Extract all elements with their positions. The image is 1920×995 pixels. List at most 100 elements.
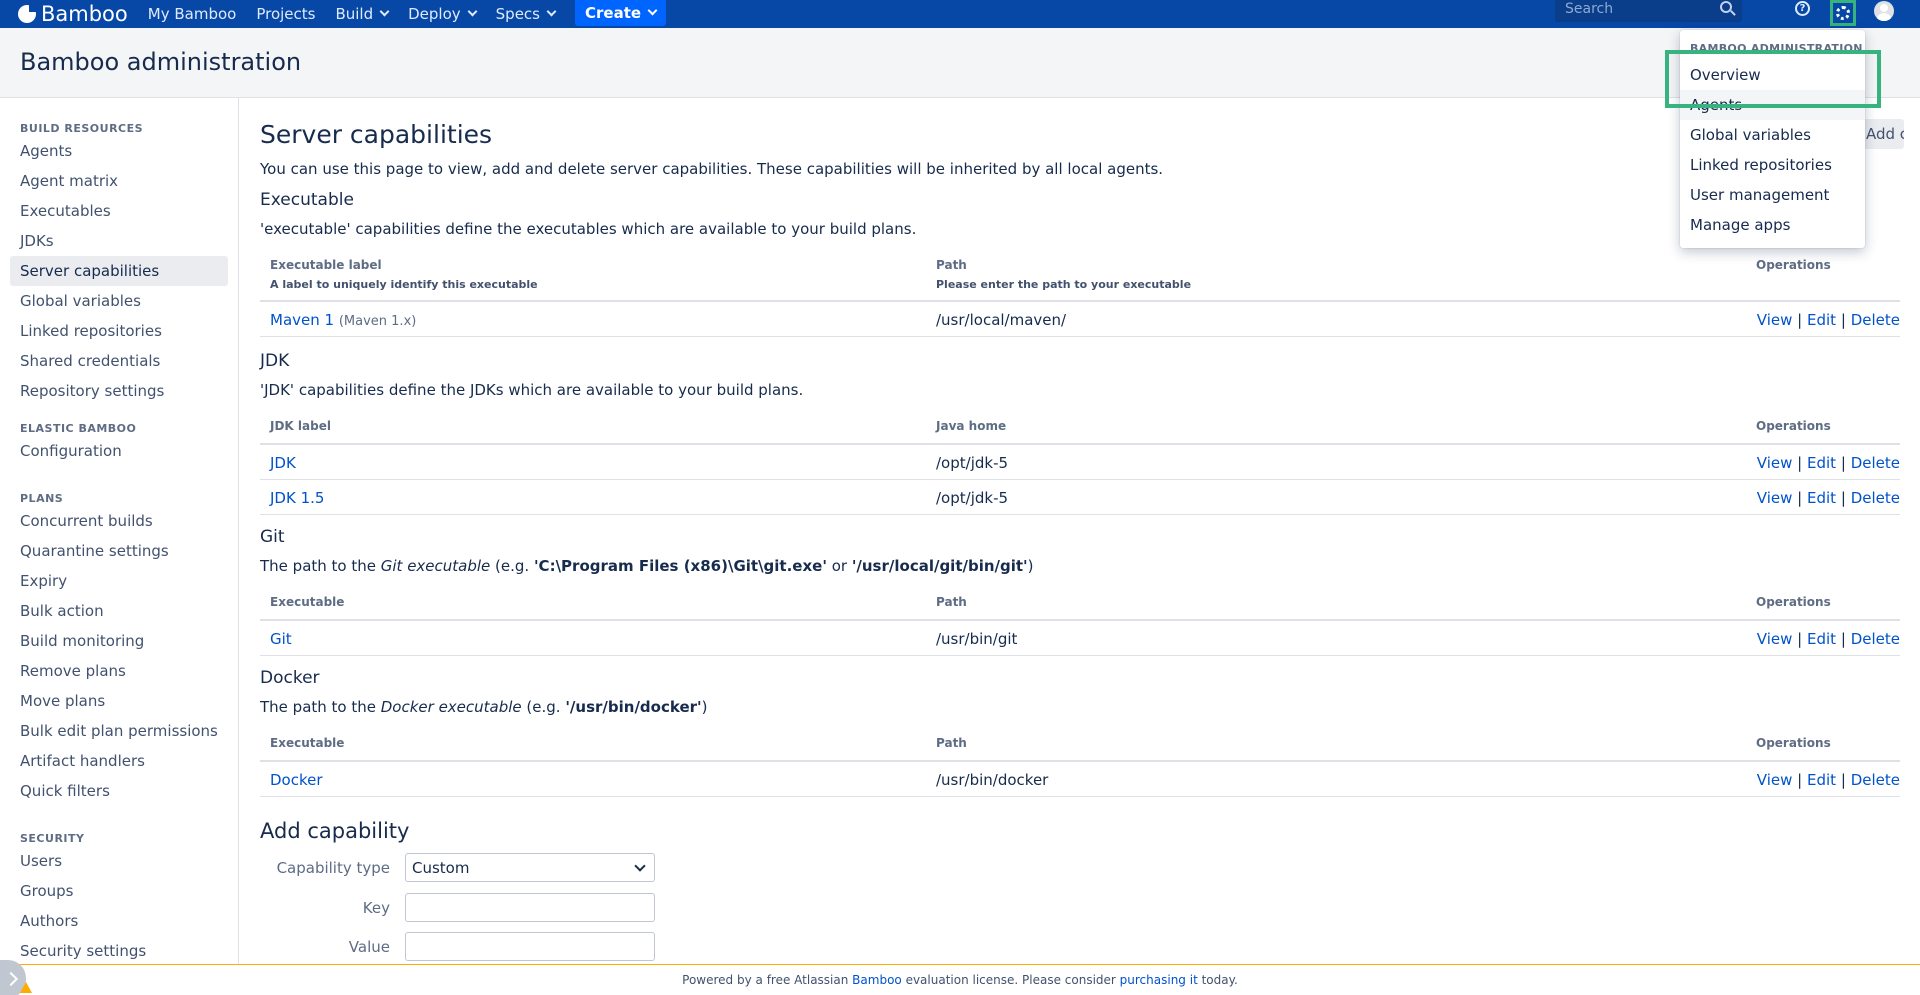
- bamboo-logo-icon: [18, 3, 38, 23]
- capability-link[interactable]: Maven 1: [270, 311, 334, 329]
- section-title: Server capabilities: [260, 120, 493, 149]
- value-input[interactable]: [405, 932, 655, 961]
- dropdown-item-global-variables[interactable]: Global variables: [1680, 120, 1865, 150]
- nav-my-bamboo[interactable]: My Bamboo: [148, 5, 237, 23]
- user-avatar[interactable]: [1874, 1, 1894, 21]
- sidebar-item-move-plans[interactable]: Move plans: [10, 686, 228, 716]
- dropdown-item-user-management[interactable]: User management: [1680, 180, 1865, 210]
- edit-link[interactable]: Edit: [1807, 454, 1836, 472]
- git-description: The path to the Git executable (e.g. 'C:…: [260, 557, 1034, 575]
- nav-build[interactable]: Build: [335, 5, 390, 23]
- sidebar-item-jdks[interactable]: JDKs: [10, 226, 228, 256]
- edit-link[interactable]: Edit: [1807, 771, 1836, 789]
- delete-link[interactable]: Delete: [1851, 630, 1900, 648]
- text: Git executable: [380, 557, 491, 575]
- sidebar-item-quarantine-settings[interactable]: Quarantine settings: [10, 536, 228, 566]
- text: 'C:\Program Files (x86)\Git\git.exe': [533, 557, 827, 575]
- nav-projects[interactable]: Projects: [256, 5, 315, 23]
- sidebar-item-expiry[interactable]: Expiry: [10, 566, 228, 596]
- sidebar-item-global-variables[interactable]: Global variables: [10, 286, 228, 316]
- sidebar-item-agent-matrix[interactable]: Agent matrix: [10, 166, 228, 196]
- view-link[interactable]: View: [1757, 489, 1793, 507]
- edit-link[interactable]: Edit: [1807, 311, 1836, 329]
- delete-link[interactable]: Delete: [1851, 771, 1900, 789]
- sidebar-item-quick-filters[interactable]: Quick filters: [10, 776, 228, 806]
- capability-link[interactable]: Git: [270, 630, 292, 648]
- purchase-link[interactable]: purchasing it: [1120, 973, 1198, 987]
- sidebar-item-linked-repositories[interactable]: Linked repositories: [10, 316, 228, 346]
- jdk-heading: JDK: [260, 351, 290, 371]
- sidebar-item-server-capabilities[interactable]: Server capabilities: [10, 256, 228, 286]
- sidebar-item-build-monitoring[interactable]: Build monitoring: [10, 626, 228, 656]
- capability-link[interactable]: Docker: [270, 771, 323, 789]
- delete-link[interactable]: Delete: [1851, 489, 1900, 507]
- table-row: Git /usr/bin/git View | Edit | Delete: [260, 621, 1900, 656]
- sidebar-item-remove-plans[interactable]: Remove plans: [10, 656, 228, 686]
- search-input[interactable]: Search: [1555, 0, 1742, 22]
- view-link[interactable]: View: [1757, 630, 1793, 648]
- table-row: Maven 1 (Maven 1.x) /usr/local/maven/ Vi…: [260, 302, 1900, 337]
- sidebar-item-users[interactable]: Users: [10, 846, 228, 876]
- intro-text: You can use this page to view, add and d…: [260, 160, 1164, 178]
- executable-description: 'executable' capabilities define the exe…: [260, 220, 917, 238]
- footer-text: evaluation license. Please consider: [901, 973, 1120, 987]
- sidebar-item-configuration[interactable]: Configuration: [10, 436, 228, 466]
- view-link[interactable]: View: [1757, 771, 1793, 789]
- sidebar-item-bulk-edit-plan-permissions[interactable]: Bulk edit plan permissions: [10, 716, 228, 746]
- path-cell: /usr/bin/git: [936, 630, 1018, 648]
- capability-type-select[interactable]: Custom: [405, 853, 655, 882]
- column-title: Executable label: [270, 258, 382, 272]
- sidebar-group-build-resources: BUILD RESOURCES: [20, 122, 144, 135]
- separator: |: [1797, 311, 1803, 329]
- edit-link[interactable]: Edit: [1807, 630, 1836, 648]
- capability-link[interactable]: JDK: [270, 454, 296, 472]
- sidebar-item-executables[interactable]: Executables: [10, 196, 228, 226]
- capability-label-cell: Maven 1 (Maven 1.x): [270, 311, 416, 329]
- sidebar-item-artifact-handlers[interactable]: Artifact handlers: [10, 746, 228, 776]
- sidebar-item-agents[interactable]: Agents: [10, 136, 228, 166]
- text: The path to the: [260, 557, 381, 575]
- column-header: Executable label A label to uniquely iden…: [270, 258, 538, 291]
- key-label: Key: [362, 899, 390, 917]
- gear-icon: [1836, 6, 1850, 20]
- bamboo-logo[interactable]: Bamboo: [18, 2, 128, 26]
- help-icon[interactable]: ?: [1795, 1, 1810, 16]
- capability-label-cell: Docker: [270, 771, 323, 789]
- capability-link[interactable]: JDK 1.5: [270, 489, 324, 507]
- executable-heading: Executable: [260, 190, 354, 210]
- view-link[interactable]: View: [1757, 454, 1793, 472]
- sidebar-item-repository-settings[interactable]: Repository settings: [10, 376, 228, 406]
- sidebar-group-elastic-bamboo: ELASTIC BAMBOO: [20, 422, 137, 435]
- table-header: JDK label Java home Operations: [260, 419, 1900, 445]
- executable-table: Executable label A label to uniquely iden…: [260, 258, 1900, 337]
- chevron-down-icon: [379, 6, 390, 17]
- operations-cell: View | Edit | Delete: [1757, 630, 1900, 648]
- delete-link[interactable]: Delete: [1851, 454, 1900, 472]
- sidebar-item-groups[interactable]: Groups: [10, 876, 228, 906]
- column-header: Operations: [1756, 258, 1831, 272]
- bamboo-link[interactable]: Bamboo: [852, 973, 902, 987]
- sidebar-item-security-settings[interactable]: Security settings: [10, 936, 228, 964]
- key-input[interactable]: [405, 893, 655, 922]
- delete-link[interactable]: Delete: [1851, 311, 1900, 329]
- administration-gear-button[interactable]: [1830, 0, 1856, 26]
- search-icon[interactable]: [1720, 1, 1732, 13]
- text: ): [701, 698, 708, 716]
- create-button-label: Create: [585, 4, 642, 22]
- create-button[interactable]: Create: [575, 0, 667, 26]
- column-header: Operations: [1756, 595, 1831, 609]
- nav-deploy[interactable]: Deploy: [408, 5, 478, 23]
- dropdown-item-manage-apps[interactable]: Manage apps: [1680, 210, 1865, 240]
- edit-link[interactable]: Edit: [1807, 489, 1836, 507]
- footer-text: today.: [1197, 973, 1238, 987]
- sidebar-item-shared-credentials[interactable]: Shared credentials: [10, 346, 228, 376]
- sidebar-item-authors[interactable]: Authors: [10, 906, 228, 936]
- sidebar-item-bulk-action[interactable]: Bulk action: [10, 596, 228, 626]
- path-cell: /usr/local/maven/: [936, 311, 1067, 329]
- dropdown-item-linked-repositories[interactable]: Linked repositories: [1680, 150, 1865, 180]
- sidebar-item-concurrent-builds[interactable]: Concurrent builds: [10, 506, 228, 536]
- nav-specs[interactable]: Specs: [496, 5, 557, 23]
- view-link[interactable]: View: [1757, 311, 1793, 329]
- column-header: Operations: [1756, 736, 1831, 750]
- separator: |: [1840, 454, 1846, 472]
